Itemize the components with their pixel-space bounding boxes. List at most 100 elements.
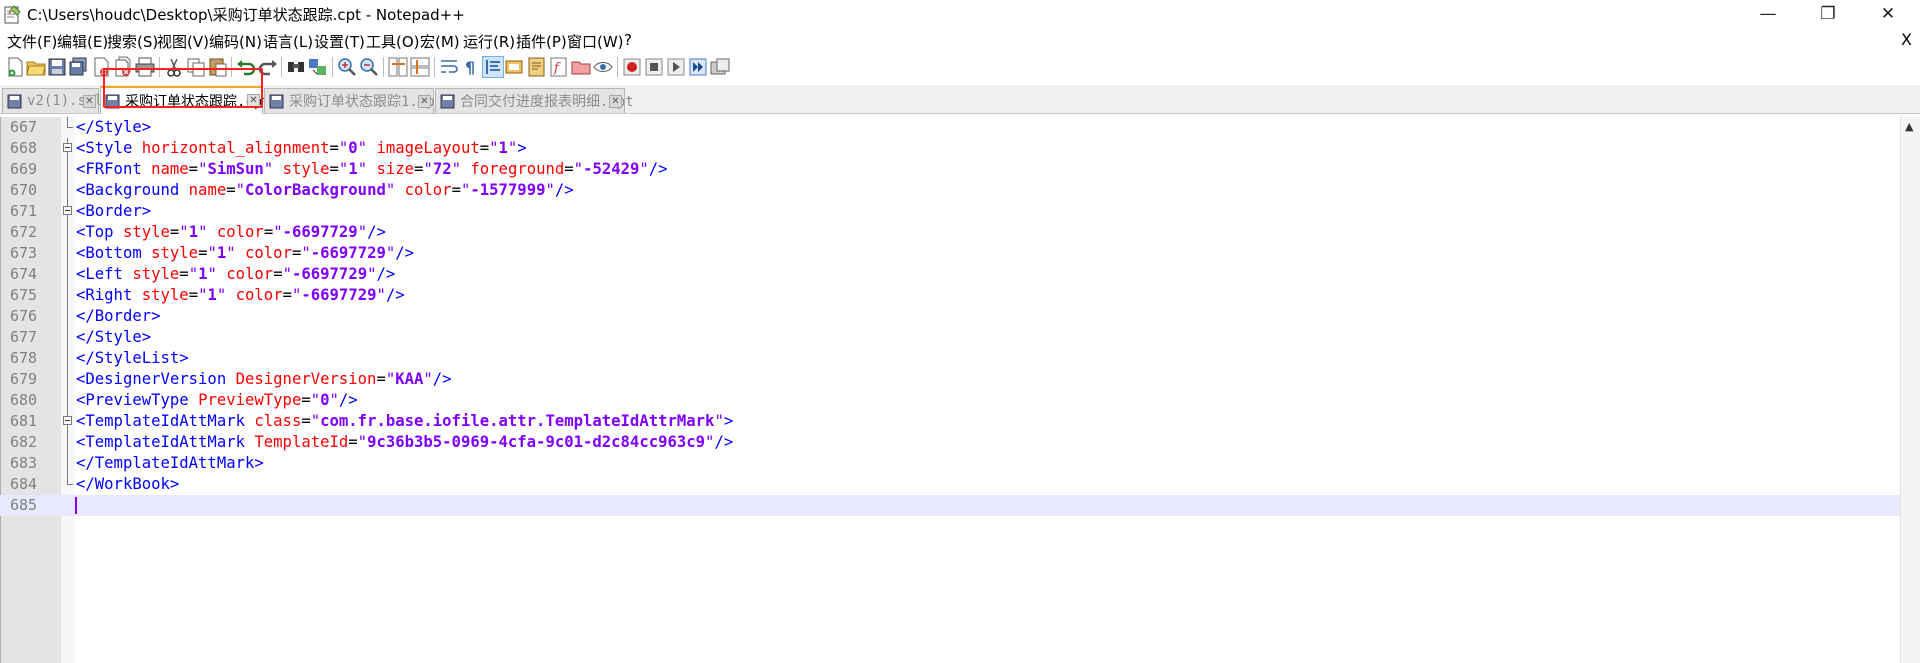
code-line[interactable]: 673 <Bottom style="1" color="-6697729"/> xyxy=(0,243,1900,264)
fold-line-marker xyxy=(63,306,74,327)
fold-line-marker xyxy=(63,222,74,243)
indent-guide-icon[interactable] xyxy=(482,56,504,78)
user-defined-language-icon[interactable] xyxy=(504,56,526,78)
code-text: <TemplateIdAttMark TemplateId="9c36b3b5-… xyxy=(76,433,734,451)
maximize-button[interactable]: ❐ xyxy=(1800,0,1856,28)
scroll-up-icon[interactable]: ▲ xyxy=(1905,120,1913,133)
tab-close-icon[interactable]: ✕ xyxy=(418,95,431,108)
title-bar: C:\Users\houdc\Desktop\采购订单状态跟踪.cpt - No… xyxy=(0,0,1920,28)
code-line[interactable]: 677 </Style> xyxy=(0,327,1900,348)
menu-language[interactable]: 语言(L) xyxy=(263,31,313,52)
menu-run[interactable]: 运行(R) xyxy=(463,31,515,52)
line-number: 675 xyxy=(10,286,38,304)
play-macro-icon[interactable] xyxy=(665,56,687,78)
line-number: 679 xyxy=(10,370,38,388)
menu-edit[interactable]: 编辑(E) xyxy=(57,31,108,52)
word-wrap-icon[interactable] xyxy=(438,56,460,78)
menu-file[interactable]: 文件(F) xyxy=(7,31,57,52)
open-file-icon[interactable] xyxy=(25,56,47,78)
tab-contract-delivery[interactable]: 合同交付进度报表明细.cpt ✕ xyxy=(435,88,634,113)
sync-horizontal-icon[interactable] xyxy=(409,56,431,78)
zoom-out-icon[interactable] xyxy=(358,56,380,78)
code-line[interactable]: 680 <PreviewType PreviewType="0"/> xyxy=(0,390,1900,411)
code-line[interactable]: 679 <DesignerVersion DesignerVersion="KAA… xyxy=(0,369,1900,390)
menu-view[interactable]: 视图(V) xyxy=(157,31,209,52)
code-line[interactable]: 684 </WorkBook> xyxy=(0,474,1900,495)
code-text: </Border> xyxy=(76,307,161,325)
line-number: 674 xyxy=(10,265,38,283)
close-window-button[interactable]: ✕ xyxy=(1860,0,1916,28)
fold-line-marker xyxy=(63,432,74,453)
toolbar-separator xyxy=(434,57,435,77)
file-saved-icon xyxy=(440,94,455,108)
code-line[interactable]: 668 <Style horizontal_alignment="0" image… xyxy=(0,138,1900,159)
menu-macro[interactable]: 宏(M) xyxy=(420,31,460,52)
new-file-icon[interactable] xyxy=(4,56,26,78)
fold-line-marker xyxy=(63,264,74,285)
save-all-icon[interactable] xyxy=(67,56,89,78)
save-icon[interactable] xyxy=(46,56,68,78)
menu-tools[interactable]: 工具(O) xyxy=(366,31,420,52)
show-all-characters-icon[interactable]: ¶ xyxy=(460,56,482,78)
code-line[interactable]: 683 </TemplateIdAttMark> xyxy=(0,453,1900,474)
code-line[interactable]: 667 </Style> xyxy=(0,117,1900,138)
menu-plugins[interactable]: 插件(P) xyxy=(516,31,567,52)
fold-line-marker xyxy=(63,159,74,180)
menu-settings[interactable]: 设置(T) xyxy=(314,31,365,52)
code-line[interactable]: 681 <TemplateIdAttMark class="com.fr.base… xyxy=(0,411,1900,432)
fold-toggle-icon[interactable] xyxy=(63,411,74,432)
function-list-icon[interactable]: f xyxy=(548,56,570,78)
stop-macro-icon[interactable] xyxy=(643,56,665,78)
code-line[interactable]: 672 <Top style="1" color="-6697729"/> xyxy=(0,222,1900,243)
record-macro-icon[interactable] xyxy=(621,56,643,78)
code-text: </Style> xyxy=(76,118,152,136)
code-line[interactable]: 676 </Border> xyxy=(0,306,1900,327)
tab-v2-sql[interactable]: v2(1).sql ✕ xyxy=(2,88,103,113)
save-macro-icon[interactable] xyxy=(709,56,731,78)
minimize-button[interactable]: — xyxy=(1740,0,1796,28)
fold-line-marker xyxy=(63,117,74,138)
restore-icon: ❐ xyxy=(1820,4,1836,24)
zoom-in-icon[interactable] xyxy=(336,56,358,78)
line-number: 667 xyxy=(10,118,38,136)
fold-line-marker xyxy=(63,243,74,264)
line-number: 683 xyxy=(10,454,38,472)
code-line[interactable]: 682 <TemplateIdAttMark TemplateId="9c36b3… xyxy=(0,432,1900,453)
fold-line-marker xyxy=(63,348,74,369)
menu-window[interactable]: 窗口(W) xyxy=(567,31,624,52)
code-line[interactable]: 669 <FRFont name="SimSun" style="1" size=… xyxy=(0,159,1900,180)
code-line[interactable]: 670 <Background name="ColorBackground" co… xyxy=(0,180,1900,201)
code-text: <Style horizontal_alignment="0" imageLay… xyxy=(76,139,527,157)
find-icon[interactable] xyxy=(285,56,307,78)
replace-icon[interactable] xyxy=(307,56,329,78)
fold-line-marker xyxy=(63,369,74,390)
toolbar: ¶ f xyxy=(0,53,1920,82)
monitoring-eye-icon[interactable] xyxy=(592,56,614,78)
code-text: <Top style="1" color="-6697729"/> xyxy=(76,223,386,241)
code-line[interactable]: 671 <Border> xyxy=(0,201,1900,222)
folder-as-workspace-icon[interactable] xyxy=(570,56,592,78)
sync-vertical-icon[interactable] xyxy=(387,56,409,78)
tab-close-icon[interactable]: ✕ xyxy=(83,95,96,108)
menu-search[interactable]: 搜索(S) xyxy=(107,31,158,52)
tab-document-1[interactable]: 采购订单状态跟踪1.cpt ✕ xyxy=(264,88,443,113)
tab-close-icon[interactable]: ✕ xyxy=(609,95,622,108)
code-line[interactable]: 678 </StyleList> xyxy=(0,348,1900,369)
menu-encoding[interactable]: 编码(N) xyxy=(209,31,262,52)
notepadpp-app-icon xyxy=(4,5,21,24)
line-number: 670 xyxy=(10,181,38,199)
code-line[interactable]: 675 <Right style="1" color="-6697729"/> xyxy=(0,285,1900,306)
document-map-icon[interactable] xyxy=(526,56,548,78)
run-macro-multiple-icon[interactable] xyxy=(687,56,709,78)
vertical-scrollbar[interactable]: ▲ xyxy=(1900,117,1920,663)
fold-toggle-icon[interactable] xyxy=(63,201,74,222)
line-number: 671 xyxy=(10,202,38,220)
menu-help[interactable]: ? xyxy=(624,31,632,49)
fold-toggle-icon[interactable] xyxy=(63,138,74,159)
line-number: 669 xyxy=(10,160,38,178)
code-text: <Border> xyxy=(76,202,152,220)
editor-area[interactable]: 667 </Style> 668 <Style horizontal_alignmen… xyxy=(0,117,1920,663)
close-document-button[interactable]: X xyxy=(1901,30,1912,49)
code-line[interactable]: 674 <Left style="1" color="-6697729"/> xyxy=(0,264,1900,285)
code-line[interactable]: 685 xyxy=(0,495,1900,516)
